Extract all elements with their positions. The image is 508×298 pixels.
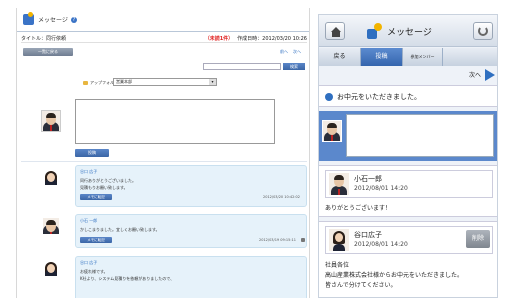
mobile-header: メッセージ	[319, 15, 497, 47]
post-timestamp: 2012/08/01 14:20	[354, 241, 408, 248]
help-icon[interactable]: ?	[70, 16, 77, 23]
reload-icon	[478, 26, 488, 36]
post-author: 小石一郎	[354, 175, 382, 183]
search-button[interactable]: 検索	[283, 63, 305, 70]
list-item: 谷口広子 2012/08/01 14:20 削除 社員各位 高山産業株式会社様か…	[319, 221, 497, 297]
thread-subject-bar: タイトル：同行依頼 （未読1件） 作成日時：2012/03/20 10:26	[21, 34, 307, 43]
post-author[interactable]: 谷口 広子	[80, 169, 97, 175]
post-author[interactable]: 谷口 広子	[80, 260, 97, 266]
post-body: 皆さんで分けてください。	[325, 282, 397, 289]
app-logo-icon	[23, 12, 34, 25]
post-timestamp: 2012/03/20 10:42:02	[262, 195, 300, 199]
app-logo-icon	[367, 23, 383, 39]
tab-members[interactable]: 参加メンバー	[403, 48, 443, 66]
folder-select[interactable]: 営業本部 ▾	[113, 78, 217, 86]
post-line: 見積もりお願い致します。	[80, 185, 128, 190]
unread-count: （未読1件）	[204, 35, 234, 42]
message-bubble: 谷口 広子 同行ありがとうございました。 見積もりお願い致します。 メモに転記 …	[75, 165, 307, 207]
trash-icon[interactable]	[301, 238, 305, 242]
tab-back[interactable]: 戻る	[319, 48, 361, 66]
folder-select-value: 営業本部	[116, 79, 132, 84]
post-line: かしこまりました。宜しくお願い致します。	[80, 227, 160, 232]
post-body: 社員各位	[325, 262, 350, 269]
message-bubble: 小石 一郎 かしこまりました。宜しくお願い致します。 メモに転記 2012/03…	[75, 214, 307, 248]
avatar	[329, 173, 349, 195]
message-bubble: 谷口 広子 お疲れ様です。 K社より、システム見積りを依頼がありましたので、	[75, 256, 307, 298]
desktop-message-window: メッセージ ? タイトル：同行依頼 （未読1件） 作成日時：2012/03/20…	[16, 8, 310, 298]
message-input[interactable]	[346, 114, 494, 157]
next-link[interactable]: 次へ	[469, 70, 481, 79]
reload-button[interactable]	[473, 22, 493, 40]
current-user-avatar	[41, 110, 61, 132]
list-item: 谷口 広子 お疲れ様です。 K社より、システム見積りを依頼がありましたので、	[23, 256, 307, 298]
next-arrow-icon[interactable]	[485, 69, 495, 81]
post-body: ありがとうございます！	[325, 205, 392, 212]
post-author[interactable]: 小石 一郎	[80, 218, 97, 224]
tab-spacer	[443, 48, 497, 66]
mobile-tabs: 戻る 投稿 参加メンバー	[319, 48, 497, 66]
folder-icon	[83, 81, 88, 85]
desktop-app-title: メッセージ	[38, 17, 68, 24]
mobile-composer	[319, 111, 497, 161]
avatar	[329, 229, 349, 251]
avatar	[43, 260, 59, 276]
list-item: 谷口 広子 同行ありがとうございました。 見積もりお願い致します。 メモに転記 …	[23, 165, 307, 209]
post-button[interactable]: 投稿	[75, 149, 109, 157]
home-button[interactable]	[325, 22, 345, 40]
avatar	[43, 218, 59, 234]
created-datetime: 作成日時：2012/03/20 10:26	[237, 35, 307, 42]
post-line: お疲れ様です。	[80, 269, 108, 274]
list-item: 小石 一郎 かしこまりました。宜しくお願い致します。 メモに転記 2012/03…	[23, 214, 307, 252]
prev-page-link[interactable]: 前へ	[280, 49, 288, 55]
divider	[21, 161, 307, 162]
avatar	[43, 169, 59, 185]
copy-to-memo-button[interactable]: メモに転記	[80, 237, 112, 243]
post-line: 同行ありがとうございました。	[80, 178, 136, 183]
thread-subject: タイトル：同行依頼	[21, 35, 67, 42]
next-row: 次へ	[319, 67, 497, 81]
post-timestamp: 2012/03/19 09:15:11	[258, 238, 296, 242]
pager: 前へ 次へ	[280, 49, 301, 55]
post-author-card: 小石一郎 2012/08/01 14:20	[325, 170, 493, 198]
mobile-message-screen: メッセージ 戻る 投稿 参加メンバー 次へ お中元をいただきました。 小石一郎 …	[318, 14, 498, 298]
current-user-avatar	[322, 120, 342, 142]
desktop-titlebar: メッセージ ?	[17, 8, 309, 32]
message-textarea[interactable]	[75, 99, 275, 144]
thread-title-bar: お中元をいただきました。	[319, 85, 497, 107]
return-to-list-button[interactable]: 一覧に戻る	[23, 48, 73, 56]
post-author: 谷口広子	[354, 231, 382, 239]
post-author-card: 谷口広子 2012/08/01 14:20 削除	[325, 226, 493, 254]
tab-post[interactable]: 投稿	[361, 48, 403, 66]
thread-title: お中元をいただきました。	[337, 93, 421, 101]
post-body: 高山産業株式会社様からお中元をいただきました。	[325, 272, 464, 279]
post-line: K社より、システム見積りを依頼がありましたので、	[80, 276, 175, 281]
bullet-icon	[325, 93, 333, 101]
search-input[interactable]	[203, 63, 281, 70]
list-item: 小石一郎 2012/08/01 14:20 ありがとうございます！	[319, 165, 497, 217]
mobile-app-title: メッセージ	[387, 28, 432, 38]
post-timestamp: 2012/08/01 14:20	[354, 185, 408, 192]
delete-button[interactable]: 削除	[466, 230, 490, 248]
next-page-link[interactable]: 次へ	[293, 49, 301, 55]
copy-to-memo-button[interactable]: メモに転記	[80, 194, 112, 200]
chevron-down-icon: ▾	[209, 79, 216, 85]
